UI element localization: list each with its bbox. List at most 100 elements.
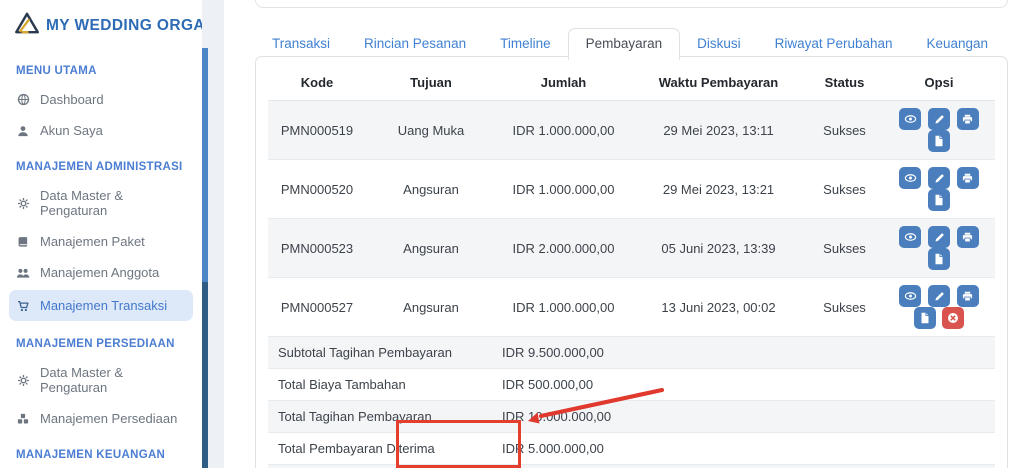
globe-icon xyxy=(16,93,30,106)
cart-icon xyxy=(16,299,30,312)
print-button[interactable] xyxy=(956,226,979,248)
edit-button[interactable] xyxy=(928,108,950,130)
status-text: Sukses xyxy=(806,100,883,160)
sidebar-item-label: Manajemen Transaksi xyxy=(40,298,168,313)
cell-tujuan: Angsuran xyxy=(366,218,496,278)
sidebar-section-manajemen-persediaan: MANAJEMEN PERSEDIAAN xyxy=(16,338,175,350)
status-text: Sukses xyxy=(806,218,883,278)
table-row: PMN000527 Angsuran IDR 1.000.000,00 13 J… xyxy=(268,277,995,337)
cell-opsi xyxy=(883,159,995,219)
sidebar-scrollbar[interactable] xyxy=(202,48,208,468)
tab-rincian-pesanan[interactable]: Rincian Pesanan xyxy=(347,29,483,59)
tab-pane-pembayaran: Kode Tujuan Jumlah Waktu Pembayaran Stat… xyxy=(255,56,1008,468)
cell-waktu: 29 Mei 2023, 13:21 xyxy=(631,159,806,219)
col-header-tujuan: Tujuan xyxy=(366,65,496,101)
cell-kode: PMN000520 xyxy=(268,159,366,219)
summary-value: IDR 10.000.000,00 xyxy=(496,400,995,433)
tab-timeline[interactable]: Timeline xyxy=(483,29,568,59)
print-button[interactable] xyxy=(956,285,979,307)
tab-keuangan[interactable]: Keuangan xyxy=(910,29,1006,59)
summary-label: Subtotal Tagihan Pembayaran xyxy=(268,336,496,369)
cell-kode: PMN000523 xyxy=(268,218,366,278)
sidebar-item-label: Manajemen Paket xyxy=(40,234,145,249)
payments-table: Kode Tujuan Jumlah Waktu Pembayaran Stat… xyxy=(268,65,995,468)
cell-tujuan: Angsuran xyxy=(366,159,496,219)
cell-opsi xyxy=(883,277,995,337)
cancel-button[interactable] xyxy=(942,307,965,329)
sidebar-item-manajemen-persediaan[interactable]: Manajemen Persediaan xyxy=(0,403,202,434)
tab-pembayaran[interactable]: Pembayaran xyxy=(567,28,681,60)
sidebar-section-menu-utama: MENU UTAMA xyxy=(16,65,97,77)
sidebar-scrollbar-thumb[interactable] xyxy=(202,282,208,468)
sidebar-item-manajemen-paket[interactable]: Manajemen Paket xyxy=(0,226,202,257)
user-icon xyxy=(16,124,30,137)
cell-jumlah: IDR 1.000.000,00 xyxy=(496,159,631,219)
cell-jumlah: IDR 2.000.000,00 xyxy=(496,218,631,278)
brand-name: MY WEDDING ORGANI xyxy=(46,16,202,34)
sidebar-item-manajemen-transaksi[interactable]: Manajemen Transaksi xyxy=(9,290,193,321)
col-header-kode: Kode xyxy=(268,65,366,101)
cell-opsi xyxy=(883,100,995,160)
sidebar-item-label: Dashboard xyxy=(40,92,104,107)
summary-row: Total Pembayaran Diterima IDR 5.000.000,… xyxy=(268,432,995,465)
sidebar-item-label: Manajemen Persediaan xyxy=(40,411,178,426)
status-text: Sukses xyxy=(806,159,883,219)
edit-button[interactable] xyxy=(928,285,950,307)
cell-waktu: 13 Juni 2023, 00:02 xyxy=(631,277,806,337)
edit-button[interactable] xyxy=(928,226,950,248)
summary-row: Subtotal Tagihan Pembayaran IDR 9.500.00… xyxy=(268,336,995,369)
summary-value: IDR 500.000,00 xyxy=(496,368,995,401)
tab-transaksi[interactable]: Transaksi xyxy=(255,29,347,59)
invoice-button[interactable] xyxy=(928,248,950,270)
view-button[interactable] xyxy=(899,167,922,189)
summary-label: Total Tagihan Pembayaran xyxy=(268,400,496,433)
summary-label: Total Pembayaran Diterima xyxy=(268,432,496,465)
col-header-status: Status xyxy=(806,65,883,101)
sidebar: MY WEDDING ORGANI MENU UTAMA Dashboard A… xyxy=(0,0,224,468)
sidebar-section-manajemen-administrasi: MANAJEMEN ADMINISTRASI xyxy=(16,161,183,173)
sidebar-item-label: Data Master & Pengaturan xyxy=(40,365,124,395)
book-icon xyxy=(16,235,30,248)
invoice-button[interactable] xyxy=(928,189,950,211)
view-button[interactable] xyxy=(899,285,922,307)
summary-value: IDR 5.000.000,00 xyxy=(496,432,995,465)
cell-waktu: 05 Juni 2023, 13:39 xyxy=(631,218,806,278)
sidebar-item-label: Akun Saya xyxy=(40,123,103,138)
edit-button[interactable] xyxy=(928,167,950,189)
print-button[interactable] xyxy=(956,108,979,130)
summary-label: Total Biaya Tambahan xyxy=(268,368,496,401)
sidebar-item-data-master-administrasi[interactable]: Data Master & Pengaturan xyxy=(0,180,202,226)
cell-tujuan: Uang Muka xyxy=(366,100,496,160)
cell-jumlah: IDR 1.000.000,00 xyxy=(496,100,631,160)
col-header-jumlah: Jumlah xyxy=(496,65,631,101)
table-row: PMN000519 Uang Muka IDR 1.000.000,00 29 … xyxy=(268,100,995,160)
users-icon xyxy=(16,266,30,279)
cell-tujuan: Angsuran xyxy=(366,277,496,337)
sidebar-item-manajemen-anggota[interactable]: Manajemen Anggota xyxy=(0,257,202,288)
gears-icon xyxy=(16,374,30,387)
cell-opsi xyxy=(883,218,995,278)
view-button[interactable] xyxy=(899,226,922,248)
table-header-row: Kode Tujuan Jumlah Waktu Pembayaran Stat… xyxy=(268,65,995,101)
tab-diskusi[interactable]: Diskusi xyxy=(680,29,758,59)
boxes-icon xyxy=(16,412,30,425)
card-above-clipped xyxy=(255,0,1008,8)
brand[interactable]: MY WEDDING ORGANI xyxy=(0,0,202,50)
tab-bar: Transaksi Rincian Pesanan Timeline Pemba… xyxy=(255,28,1006,60)
brand-logo-triangle-icon xyxy=(14,11,40,40)
invoice-button[interactable] xyxy=(928,130,950,152)
cell-kode: PMN000519 xyxy=(268,100,366,160)
print-button[interactable] xyxy=(956,167,979,189)
status-text: Sukses xyxy=(806,277,883,337)
sidebar-item-dashboard[interactable]: Dashboard xyxy=(0,84,202,115)
view-button[interactable] xyxy=(899,108,922,130)
main-content: Transaksi Rincian Pesanan Timeline Pemba… xyxy=(224,0,1024,468)
table-row: PMN000520 Angsuran IDR 1.000.000,00 29 M… xyxy=(268,159,995,219)
sidebar-item-data-master-persediaan[interactable]: Data Master & Pengaturan xyxy=(0,357,202,403)
sidebar-section-manajemen-keuangan: MANAJEMEN KEUANGAN xyxy=(16,449,166,461)
summary-row: Total Kekurangan Pembayaran IDR 5.000.00… xyxy=(268,464,995,468)
summary-row: Total Tagihan Pembayaran IDR 10.000.000,… xyxy=(268,400,995,433)
tab-riwayat-perubahan[interactable]: Riwayat Perubahan xyxy=(758,29,910,59)
sidebar-item-akun-saya[interactable]: Akun Saya xyxy=(0,115,202,146)
invoice-button[interactable] xyxy=(913,307,936,329)
